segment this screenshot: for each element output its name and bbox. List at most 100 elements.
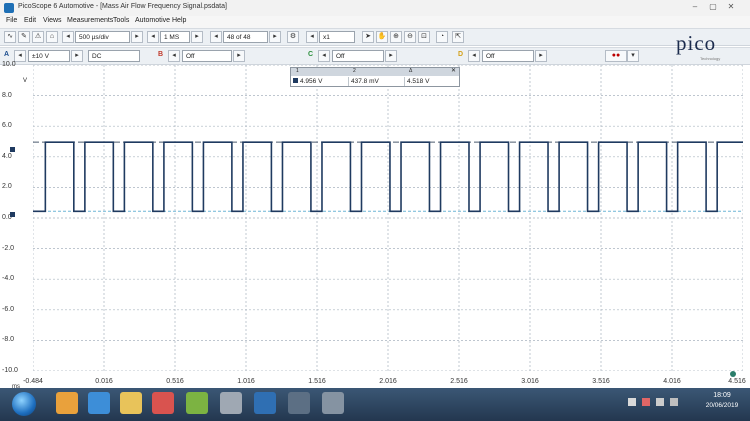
- taskbar-app2-icon[interactable]: [220, 392, 242, 414]
- y-tick-label: 4.0: [2, 152, 12, 160]
- samples-increase-icon[interactable]: ▸: [191, 31, 203, 43]
- ruler-panel-header: 1 2 Δ ✕: [291, 68, 459, 76]
- menu-tools[interactable]: Tools: [113, 17, 129, 24]
- menu-views[interactable]: Views: [43, 17, 62, 24]
- menu-bar: File Edit Views Measurements Tools Autom…: [0, 16, 750, 28]
- samples-select[interactable]: 1 MS: [160, 31, 190, 43]
- record-dropdown-icon[interactable]: ▾: [627, 50, 639, 62]
- ruler-2-value: 437.8 mV: [349, 77, 405, 86]
- app-icon: [4, 3, 14, 13]
- timebase-increase-icon[interactable]: ▸: [131, 31, 143, 43]
- settings-icon[interactable]: ⚙: [287, 31, 299, 43]
- buffer-next-icon[interactable]: ▸: [269, 31, 281, 43]
- oscilloscope-plot[interactable]: [33, 65, 743, 371]
- channel-a-range-next-icon[interactable]: ▸: [71, 50, 83, 62]
- trigger-icon[interactable]: ⚠: [32, 31, 44, 43]
- tray-alert-icon[interactable]: [642, 398, 650, 406]
- clock-date[interactable]: 20/06/2019: [700, 402, 744, 409]
- channel-d-range[interactable]: Off: [482, 50, 534, 62]
- menu-help[interactable]: Help: [172, 17, 186, 24]
- x-tick-label: 4.016: [663, 378, 681, 385]
- minimize-button[interactable]: –: [688, 2, 702, 12]
- taskbar-app4-icon[interactable]: [322, 392, 344, 414]
- clock-time[interactable]: 18:09: [700, 392, 744, 399]
- tray-network-icon[interactable]: [628, 398, 636, 406]
- zoom-fit-icon[interactable]: ⊡: [418, 31, 430, 43]
- y-tick-label: 10.0: [2, 61, 16, 68]
- taskbar-picoscope-icon[interactable]: [254, 392, 276, 414]
- undo-zoom-icon[interactable]: ◔: [436, 31, 448, 43]
- channel-a-trace: [33, 141, 743, 213]
- y-tick-label: 2.0: [2, 183, 12, 191]
- home-icon[interactable]: ⌂: [46, 31, 58, 43]
- channel-c-next-icon[interactable]: ▸: [385, 50, 397, 62]
- record-stop-icon[interactable]: ●●: [605, 50, 627, 62]
- scope-mode-icon[interactable]: ∿: [4, 31, 16, 43]
- ruler-header-delta: Δ: [409, 68, 413, 74]
- x-tick-label: -0.484: [23, 378, 43, 385]
- y-tick-label: -2.0: [2, 244, 15, 252]
- channel-b-label: B: [158, 51, 164, 58]
- buffer-prev-icon[interactable]: ◂: [210, 31, 222, 43]
- start-button[interactable]: [12, 392, 36, 416]
- taskbar-folder-icon[interactable]: [120, 392, 142, 414]
- x-tick-label: 1.016: [237, 378, 255, 385]
- taskbar-ie-icon[interactable]: [88, 392, 110, 414]
- buffer-navigator[interactable]: 48 of 48: [223, 31, 268, 43]
- zoom-out-icon[interactable]: ⊖: [404, 31, 416, 43]
- title-bar: PicoScope 6 Automotive - [Mass Air Flow …: [0, 0, 750, 16]
- timebase-select[interactable]: 500 µs/div: [75, 31, 130, 43]
- maximize-button[interactable]: ▢: [706, 2, 720, 12]
- zoom-in-icon[interactable]: ⊕: [390, 31, 402, 43]
- channel-c-prev-icon[interactable]: ◂: [318, 50, 330, 62]
- menu-edit[interactable]: Edit: [24, 17, 36, 24]
- tray-battery-icon[interactable]: [670, 398, 678, 406]
- ruler-1-value: 4.956 V: [291, 77, 349, 86]
- channel-b-prev-icon[interactable]: ◂: [168, 50, 180, 62]
- signal-rulers: [33, 141, 743, 212]
- y-tick-label: -8.0: [2, 336, 15, 344]
- zoom-out-small-icon[interactable]: ◂: [306, 31, 318, 43]
- close-button[interactable]: ✕: [724, 2, 738, 12]
- channel-a-label: A: [4, 51, 10, 58]
- x-tick-label: 4.516: [728, 378, 746, 385]
- taskbar-media-icon[interactable]: [152, 392, 174, 414]
- channel-options-icon[interactable]: ✎: [18, 31, 30, 43]
- taskbar-app3-icon[interactable]: [288, 392, 310, 414]
- menu-file[interactable]: File: [6, 17, 17, 24]
- channel-d-prev-icon[interactable]: ◂: [468, 50, 480, 62]
- time-ruler-handle[interactable]: [730, 371, 736, 377]
- channel-a-coupling[interactable]: DC: [88, 50, 140, 62]
- ruler-panel[interactable]: 1 2 Δ ✕ 4.956 V 437.8 mV 4.518 V: [290, 67, 460, 87]
- pico-logo: pico: [676, 31, 717, 55]
- ruler-header-1: 1: [296, 68, 299, 74]
- ruler-1-handle[interactable]: [10, 147, 15, 152]
- channel-b-next-icon[interactable]: ▸: [233, 50, 245, 62]
- y-tick-label: 6.0: [2, 122, 12, 130]
- zoom-select[interactable]: x1: [319, 31, 355, 43]
- pan-icon[interactable]: ⇱: [452, 31, 464, 43]
- taskbar-chrome-icon[interactable]: [56, 392, 78, 414]
- x-tick-label: 3.016: [521, 378, 539, 385]
- timebase-decrease-icon[interactable]: ◂: [62, 31, 74, 43]
- ruler-panel-close-icon[interactable]: ✕: [451, 67, 456, 74]
- tray-volume-icon[interactable]: [656, 398, 664, 406]
- taskbar-app-icon[interactable]: [186, 392, 208, 414]
- capture-toolbar: ∿ ✎ ⚠ ⌂ ◂ 500 µs/div ▸ ◂ 1 MS ▸ ◂ 48 of …: [0, 28, 750, 46]
- hand-tool-icon[interactable]: ✋: [376, 31, 388, 43]
- window-title: PicoScope 6 Automotive - [Mass Air Flow …: [18, 3, 227, 10]
- channel-b-range[interactable]: Off: [182, 50, 232, 62]
- channel-d-next-icon[interactable]: ▸: [535, 50, 547, 62]
- y-tick-label: -4.0: [2, 275, 15, 283]
- x-tick-label: 2.016: [379, 378, 397, 385]
- x-tick-label: 2.516: [450, 378, 468, 385]
- taskbar: [0, 388, 750, 421]
- channel-c-range[interactable]: Off: [332, 50, 384, 62]
- ruler-delta-value: 4.518 V: [407, 78, 430, 85]
- menu-automotive[interactable]: Automotive: [135, 17, 170, 24]
- channel-a-range[interactable]: ±10 V: [28, 50, 70, 62]
- menu-measurements[interactable]: Measurements: [67, 17, 113, 24]
- samples-decrease-icon[interactable]: ◂: [147, 31, 159, 43]
- select-tool-icon[interactable]: ➤: [362, 31, 374, 43]
- ruler-2-handle[interactable]: [10, 212, 15, 217]
